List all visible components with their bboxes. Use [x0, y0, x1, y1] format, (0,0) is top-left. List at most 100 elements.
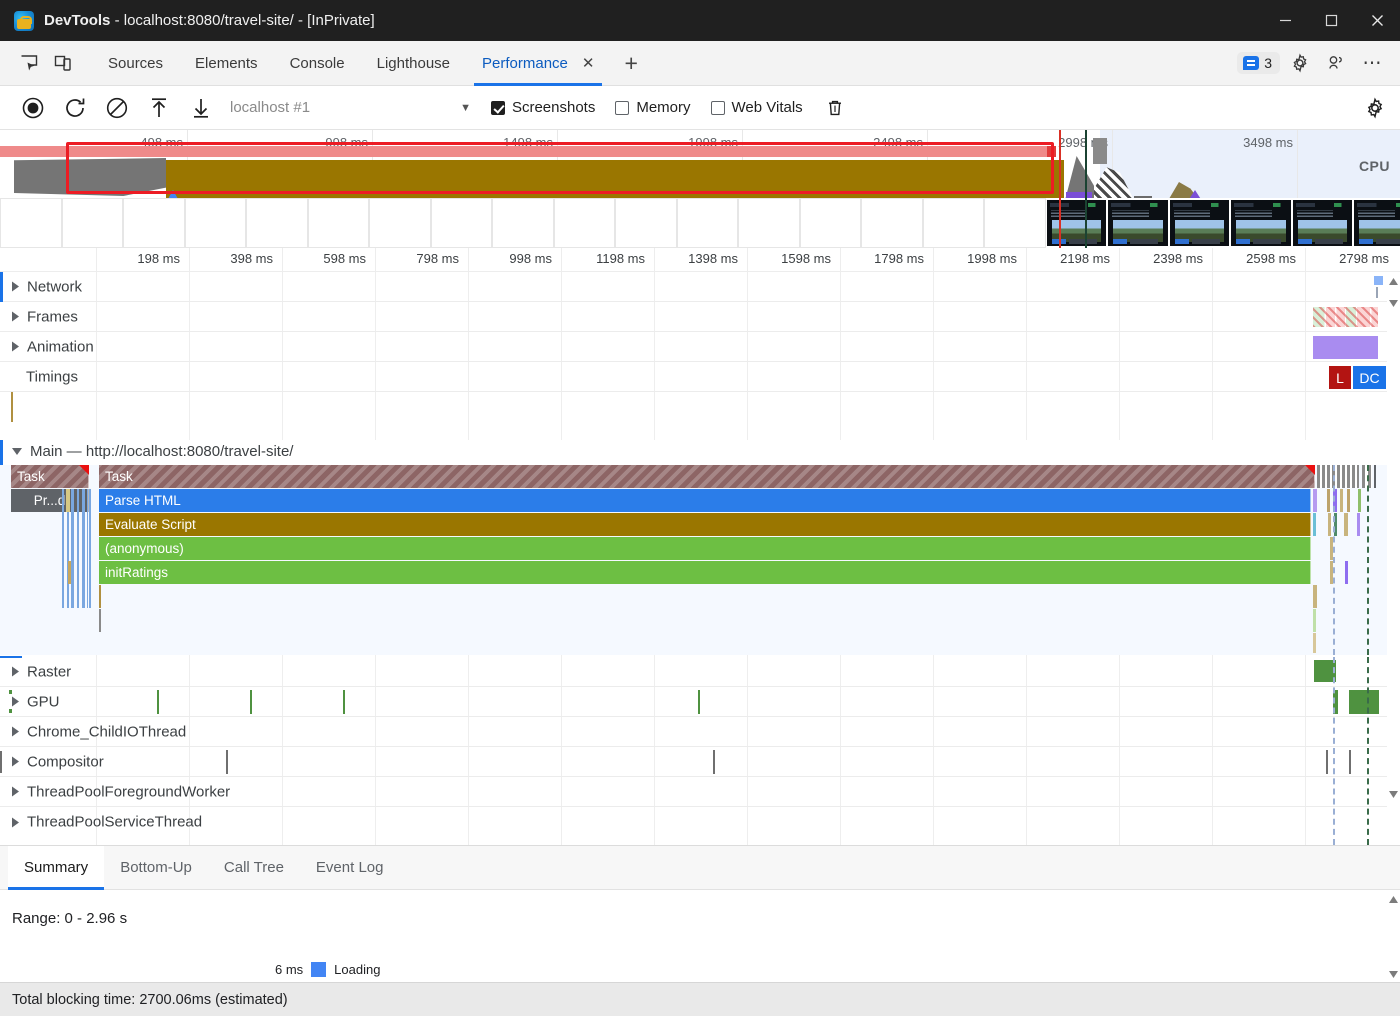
compositor-tick[interactable] — [1349, 750, 1351, 774]
animation-bar[interactable] — [1313, 336, 1378, 359]
main-thread-header[interactable]: Main — http://localhost:8080/travel-site… — [12, 443, 293, 460]
chevron-right-icon[interactable] — [12, 697, 19, 707]
track-timings[interactable]: Timings L DC — [0, 362, 1400, 392]
tab-summary[interactable]: Summary — [8, 846, 104, 890]
close-button[interactable] — [1354, 0, 1400, 41]
track-animation[interactable]: Animation — [0, 332, 1400, 362]
track-threadpool-service[interactable]: ThreadPoolServiceThread — [0, 807, 1400, 837]
details-scrollbar[interactable] — [1387, 890, 1400, 983]
chevron-right-icon[interactable] — [12, 342, 19, 352]
track-raster-header[interactable]: Raster — [12, 663, 71, 680]
chevron-down-icon[interactable]: ▼ — [460, 102, 471, 114]
tracks-scrollbar[interactable] — [1387, 272, 1400, 845]
minimize-button[interactable] — [1262, 0, 1308, 41]
track-compositor[interactable]: Compositor — [0, 747, 1400, 777]
scroll-up-icon[interactable] — [1387, 274, 1400, 288]
flame-chart[interactable]: Task Task Pr...d Parse HTML Evaluate Scr… — [0, 465, 1400, 655]
gpu-tick[interactable] — [250, 690, 252, 714]
customize-devtools-icon[interactable] — [1320, 48, 1352, 78]
track-threadpool-foreground[interactable]: ThreadPoolForegroundWorker — [0, 777, 1400, 807]
compositor-tick[interactable] — [1326, 750, 1328, 774]
track-frames-header[interactable]: Frames — [12, 308, 78, 325]
settings-gear-icon[interactable] — [1284, 48, 1316, 78]
add-panel-button[interactable]: + — [610, 50, 651, 77]
track-frames[interactable]: Frames — [0, 302, 1400, 332]
filmstrip-screenshot[interactable] — [1230, 198, 1292, 248]
maximize-button[interactable] — [1308, 0, 1354, 41]
tab-performance[interactable]: Performance ✕ — [466, 41, 610, 86]
timing-marker-dcl[interactable]: DC — [1353, 366, 1386, 389]
clear-icon[interactable] — [96, 92, 138, 124]
track-childiothread-header[interactable]: Chrome_ChildIOThread — [12, 723, 186, 740]
gpu-block[interactable] — [1349, 690, 1379, 714]
timeline-tracks[interactable]: Network Frames Animation Timings — [0, 272, 1400, 845]
flame-bar-parse-html[interactable]: Parse HTML — [99, 489, 1311, 512]
chevron-right-icon[interactable] — [12, 787, 19, 797]
flame-bar-task-main[interactable]: Task — [99, 465, 1315, 488]
track-raster[interactable]: Raster — [0, 657, 1400, 687]
track-timings-header[interactable]: Timings — [26, 368, 78, 385]
chevron-right-icon[interactable] — [12, 282, 19, 292]
reload-and-record-icon[interactable] — [54, 92, 96, 124]
track-network[interactable]: Network — [0, 272, 1400, 302]
gpu-tick[interactable] — [157, 690, 159, 714]
track-childiothread[interactable]: Chrome_ChildIOThread — [0, 717, 1400, 747]
filmstrip-screenshot[interactable] — [1169, 198, 1231, 248]
track-gpu-header[interactable]: GPU — [12, 693, 60, 710]
close-icon[interactable]: ✕ — [582, 54, 595, 72]
filmstrip-screenshot[interactable] — [1046, 198, 1108, 248]
chevron-right-icon[interactable] — [12, 727, 19, 737]
track-network-header[interactable]: Network — [12, 278, 82, 295]
issues-badge[interactable]: 3 — [1237, 52, 1280, 74]
tab-lighthouse[interactable]: Lighthouse — [361, 41, 466, 86]
scroll-down-icon[interactable] — [1387, 787, 1400, 801]
profile-selector[interactable]: localhost #1 ▼ — [230, 99, 471, 116]
track-main-header[interactable]: Main — http://localhost:8080/travel-site… — [0, 440, 1400, 465]
chevron-right-icon[interactable] — [12, 667, 19, 677]
flame-bar-anonymous[interactable]: (anonymous) — [99, 537, 1311, 560]
track-compositor-header[interactable]: Compositor — [12, 753, 104, 770]
inspect-element-icon[interactable] — [12, 48, 46, 78]
tab-call-tree[interactable]: Call Tree — [208, 846, 300, 890]
flame-bar-init-ratings[interactable]: initRatings — [99, 561, 1311, 584]
flame-bar-task-left[interactable]: Task — [11, 465, 89, 488]
track-gpu[interactable]: GPU — [0, 687, 1400, 717]
tab-elements[interactable]: Elements — [179, 41, 274, 86]
filmstrip-screenshot[interactable] — [1353, 198, 1400, 248]
chevron-right-icon[interactable] — [12, 312, 19, 322]
track-threadpool-foreground-header[interactable]: ThreadPoolForegroundWorker — [12, 783, 230, 800]
capture-settings-gear-icon[interactable] — [1364, 97, 1386, 119]
flame-bar-evaluate-script[interactable]: Evaluate Script — [99, 513, 1311, 536]
compositor-tick[interactable] — [713, 750, 715, 774]
scroll-down-icon[interactable] — [1387, 967, 1400, 981]
track-animation-header[interactable]: Animation — [12, 338, 94, 355]
chevron-right-icon[interactable] — [12, 757, 19, 767]
chevron-right-icon[interactable] — [12, 817, 19, 827]
scroll-up-icon[interactable] — [1387, 892, 1400, 906]
filmstrip-empty-cell — [923, 198, 985, 248]
trash-icon[interactable] — [825, 98, 845, 118]
chevron-down-icon[interactable] — [12, 448, 22, 455]
filmstrip-screenshot[interactable] — [1292, 198, 1354, 248]
track-threadpool-service-header[interactable]: ThreadPoolServiceThread — [12, 814, 202, 831]
tab-sources[interactable]: Sources — [92, 41, 179, 86]
screenshots-checkbox[interactable]: Screenshots — [491, 99, 595, 116]
web-vitals-checkbox[interactable]: Web Vitals — [711, 99, 803, 116]
device-toolbar-icon[interactable] — [46, 48, 80, 78]
save-profile-icon[interactable] — [180, 92, 222, 124]
load-profile-icon[interactable] — [138, 92, 180, 124]
timing-marker-load[interactable]: L — [1329, 366, 1351, 389]
memory-checkbox[interactable]: Memory — [615, 99, 690, 116]
gpu-tick[interactable] — [698, 690, 700, 714]
filmstrip-screenshot[interactable] — [1107, 198, 1169, 248]
tab-console[interactable]: Console — [274, 41, 361, 86]
compositor-tick[interactable] — [226, 750, 228, 774]
record-icon[interactable] — [12, 92, 54, 124]
overview-drag-handle[interactable] — [1093, 138, 1107, 164]
more-options-icon[interactable]: ⋯ — [1356, 48, 1388, 78]
filmstrip-track[interactable] — [0, 198, 1400, 248]
scroll-down-icon[interactable] — [1387, 296, 1400, 310]
tab-event-log[interactable]: Event Log — [300, 846, 400, 890]
gpu-tick[interactable] — [343, 690, 345, 714]
tab-bottom-up[interactable]: Bottom-Up — [104, 846, 208, 890]
